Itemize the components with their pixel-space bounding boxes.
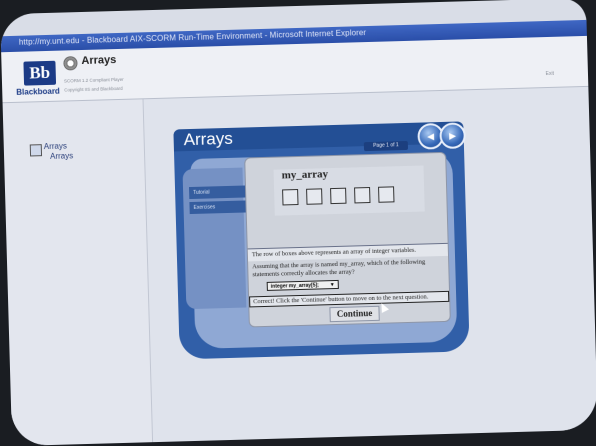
course-icon (63, 56, 78, 71)
question-area: my_array The row of boxes above represen… (244, 151, 451, 328)
copyright-text: Copyright IIS and Blackboard (64, 85, 123, 93)
page-indicator: Page 1 of 1 (363, 140, 409, 152)
tree-item-arrays-sco[interactable]: Arrays (50, 151, 73, 161)
screen: http://my.unt.edu - Blackboard AIX-SCORM… (0, 0, 596, 446)
tab-exercises[interactable]: Exercises (189, 200, 246, 215)
tab-tutorial[interactable]: Tutorial (188, 185, 246, 200)
chevron-right-icon: ▶ (449, 130, 457, 141)
chevron-left-icon: ◀ (427, 131, 435, 142)
array-name-label: my_array (281, 168, 329, 182)
answer-select[interactable]: integer my_array[5]; ▼ (266, 279, 339, 291)
exit-link[interactable]: Exit (546, 71, 555, 77)
blackboard-wordmark: Blackboard (16, 86, 60, 97)
side-panel: Tutorial Exercises (182, 167, 247, 310)
feedback-message: Correct! Click the 'Continue' button to … (249, 290, 450, 308)
course-title: Arrays (81, 54, 117, 68)
continue-button[interactable]: Continue (329, 305, 380, 323)
lesson-player: Arrays Page 1 of 1 ◀ ▶ Tutorial Exercise… (173, 121, 470, 360)
question-text-prompt: Assuming that the array is named my_arra… (252, 258, 426, 279)
course-tree: Arrays Arrays (2, 99, 154, 446)
array-cell (378, 186, 395, 203)
tree-item-arrays[interactable]: Arrays (44, 141, 67, 151)
array-cell (330, 187, 347, 205)
array-diagram: my_array (273, 165, 425, 216)
blackboard-logo: Bb (23, 60, 57, 86)
course-tree-icon (29, 144, 43, 157)
dropdown-arrow-icon: ▼ (329, 282, 335, 289)
array-cell (354, 187, 371, 204)
lesson-title: Arrays (183, 128, 234, 150)
player-subtitle: SCORM 1.2 Compliant Player (63, 76, 124, 84)
array-cell (306, 188, 323, 205)
array-cell (282, 189, 299, 206)
answer-select-value: integer my_array[5]; (270, 282, 319, 290)
